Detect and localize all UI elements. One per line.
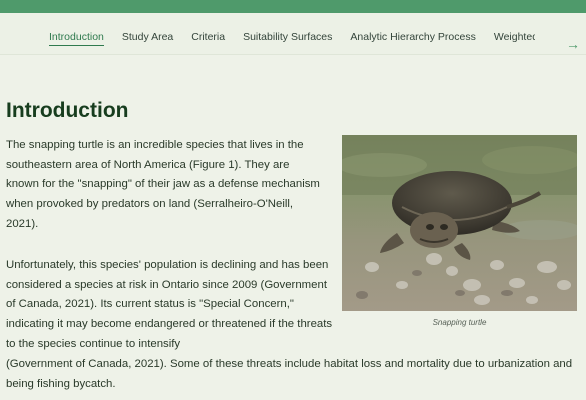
- section-nav: Introduction Study Area Criteria Suitabilit…: [0, 13, 586, 55]
- page-title: Introduction: [6, 99, 129, 122]
- tab-criteria[interactable]: Criteria: [191, 30, 225, 47]
- intro-paragraph: The snapping turtle is an incredible spe…: [6, 139, 320, 230]
- tab-analytic-hierarchy-process[interactable]: Analytic Hierarchy Process: [350, 30, 475, 47]
- threat-paragraph-continued: (Government of Canada, 2021). Some of th…: [6, 358, 573, 390]
- top-banner: [0, 0, 586, 13]
- tab-weighted[interactable]: Weighted C: [494, 30, 535, 47]
- tab-introduction[interactable]: Introduction: [49, 30, 104, 47]
- arrow-right-icon[interactable]: →: [566, 37, 580, 51]
- tab-study-area[interactable]: Study Area: [122, 30, 173, 47]
- threat-paragraph: Unfortunately, this species' population …: [6, 259, 333, 350]
- snapping-turtle-photo: [342, 135, 577, 311]
- figure-caption: Snapping turtle: [432, 318, 487, 327]
- tab-suitability-surfaces[interactable]: Suitability Surfaces: [243, 30, 332, 47]
- nav-tabs: Introduction Study Area Criteria Suitabilit…: [49, 27, 535, 47]
